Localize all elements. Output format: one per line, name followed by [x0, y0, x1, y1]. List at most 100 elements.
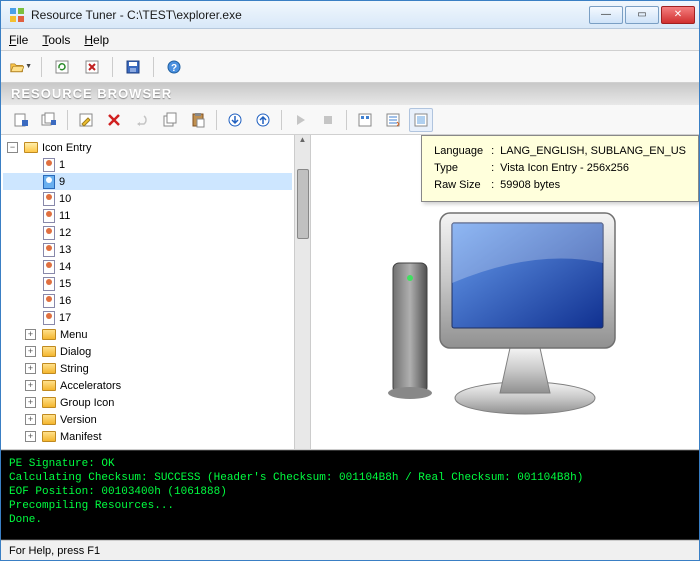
icon-entry-icon: [43, 260, 55, 274]
resource-toolbar: [1, 105, 699, 135]
preview-image: [375, 193, 635, 423]
console-line: Calculating Checksum: SUCCESS (Header's …: [9, 471, 691, 485]
console: PE Signature: OK Calculating Checksum: S…: [1, 450, 699, 540]
app-icon: [9, 7, 25, 23]
tree-icon-item[interactable]: 11: [3, 207, 292, 224]
tree-label: Manifest: [60, 431, 102, 443]
folder-icon: [42, 329, 56, 340]
separator: [153, 57, 154, 77]
tree-scrollbar[interactable]: ▲: [294, 135, 310, 449]
stop-button[interactable]: [316, 108, 340, 132]
folder-icon: [42, 397, 56, 408]
tree-icon-item[interactable]: 12: [3, 224, 292, 241]
separator: [346, 110, 347, 130]
down-button[interactable]: [223, 108, 247, 132]
icon-entry-icon: [43, 311, 55, 325]
tree-icon-item[interactable]: 13: [3, 241, 292, 258]
separator: [41, 57, 42, 77]
copy-button[interactable]: [158, 108, 182, 132]
window-buttons: — ▭ ✕: [589, 6, 695, 24]
menu-help[interactable]: Help: [84, 33, 109, 47]
scrollbar-thumb[interactable]: [297, 169, 309, 239]
icon-entry-icon: [43, 192, 55, 206]
tooltip-rawsize-value: 59908 bytes: [500, 178, 686, 193]
tree-icon-item[interactable]: 14: [3, 258, 292, 275]
icon-entry-icon: [43, 158, 55, 172]
statusbar: For Help, press F1: [1, 540, 699, 560]
edit-button[interactable]: [74, 108, 98, 132]
menu-tools[interactable]: Tools: [42, 33, 70, 47]
paste-button[interactable]: [186, 108, 210, 132]
tooltip-rawsize-label: Raw Size: [434, 178, 489, 193]
tree-folder[interactable]: +Manifest: [3, 428, 292, 445]
separator: [281, 110, 282, 130]
icon-entry-icon: [43, 243, 55, 257]
tree-folder[interactable]: +Menu: [3, 326, 292, 343]
folder-icon: [42, 346, 56, 357]
tree-label: 17: [59, 312, 71, 324]
minimize-button[interactable]: —: [589, 6, 623, 24]
section-header: RESOURCE BROWSER: [1, 83, 699, 105]
tree-label: 11: [59, 210, 70, 222]
status-text: For Help, press F1: [9, 545, 100, 557]
menu-file[interactable]: File: [9, 33, 28, 47]
close-button[interactable]: ✕: [661, 6, 695, 24]
tree-folder[interactable]: +Accelerators: [3, 377, 292, 394]
tree-label: 13: [59, 244, 71, 256]
help-button[interactable]: ?: [162, 55, 186, 79]
refresh-button[interactable]: [50, 55, 74, 79]
tree-icon-item[interactable]: 15: [3, 275, 292, 292]
tree-root[interactable]: −Icon Entry: [3, 139, 292, 156]
tooltip-language-value: LANG_ENGLISH, SUBLANG_EN_US: [500, 144, 686, 159]
delete-button[interactable]: [102, 108, 126, 132]
tree-label: Accelerators: [60, 380, 121, 392]
save-resource-button[interactable]: [9, 108, 33, 132]
tree-label: 9: [59, 176, 65, 188]
view1-button[interactable]: [353, 108, 377, 132]
tree-folder[interactable]: +String: [3, 360, 292, 377]
menubar: File Tools Help: [1, 29, 699, 51]
tree-label: 1: [59, 159, 65, 171]
icon-entry-icon: [43, 277, 55, 291]
tree-icon-item[interactable]: 9: [3, 173, 292, 190]
folder-icon: [42, 431, 56, 442]
icon-entry-icon: [43, 294, 55, 308]
tree-icon-item[interactable]: 1: [3, 156, 292, 173]
preview-pane: Language:LANG_ENGLISH, SUBLANG_EN_US Typ…: [311, 135, 699, 449]
folder-icon: [42, 414, 56, 425]
folder-icon: [42, 363, 56, 374]
tree-label: 12: [59, 227, 71, 239]
separator: [112, 57, 113, 77]
tree-folder[interactable]: +Dialog: [3, 343, 292, 360]
tree-folder[interactable]: +Group Icon: [3, 394, 292, 411]
save-all-button[interactable]: [37, 108, 61, 132]
tree-label: 10: [59, 193, 71, 205]
icon-entry-icon: [43, 209, 55, 223]
folder-icon: [42, 380, 56, 391]
tree-label: Dialog: [60, 346, 91, 358]
resource-tree[interactable]: −Icon Entry 1 9 10 11 12 13 14 15 16 17 +Menu+Dialo…: [1, 135, 294, 449]
tree-label: Version: [60, 414, 97, 426]
cancel-button[interactable]: [80, 55, 104, 79]
tree-icon-item[interactable]: 10: [3, 190, 292, 207]
console-line: Precompiling Resources...: [9, 499, 691, 513]
tree-label: 14: [59, 261, 71, 273]
console-line: EOF Position: 00103400h (1061888): [9, 485, 691, 499]
play-button[interactable]: [288, 108, 312, 132]
icon-entry-icon: [43, 175, 55, 189]
undo-button[interactable]: [130, 108, 154, 132]
maximize-button[interactable]: ▭: [625, 6, 659, 24]
tree-label: 15: [59, 278, 71, 290]
up-button[interactable]: [251, 108, 275, 132]
tree-icon-item[interactable]: 17: [3, 309, 292, 326]
open-button[interactable]: ▼: [9, 55, 33, 79]
tree-label: 16: [59, 295, 71, 307]
tree-folder[interactable]: +Version: [3, 411, 292, 428]
tooltip-type-label: Type: [434, 161, 489, 176]
save-button[interactable]: [121, 55, 145, 79]
svg-text:?: ?: [171, 63, 177, 74]
view2-button[interactable]: [381, 108, 405, 132]
view3-button[interactable]: [409, 108, 433, 132]
tree-icon-item[interactable]: 16: [3, 292, 292, 309]
tree-label: Group Icon: [60, 397, 114, 409]
